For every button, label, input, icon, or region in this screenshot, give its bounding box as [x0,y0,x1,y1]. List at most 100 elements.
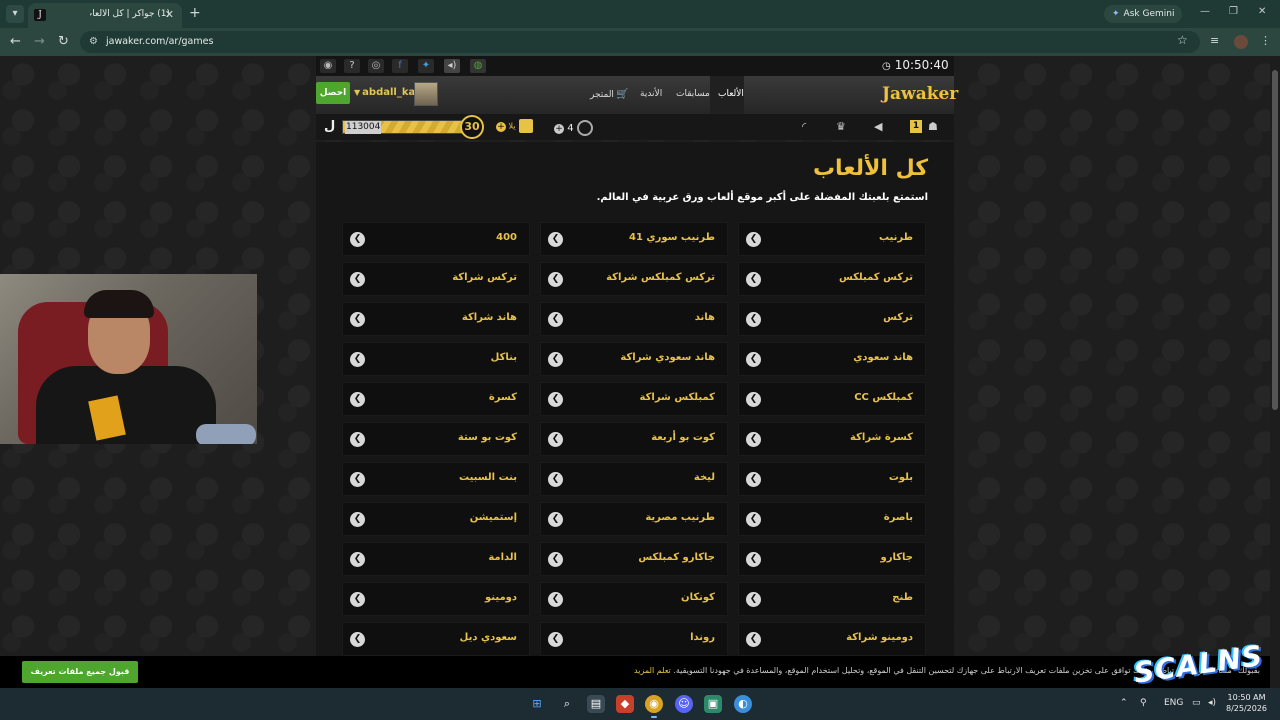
chevron-left-icon[interactable]: ❮ [746,352,761,367]
notification-badge[interactable]: 1 [910,120,922,133]
chevron-left-icon[interactable]: ❮ [548,632,563,647]
app-icon[interactable]: ▣ [704,695,722,713]
game-card[interactable]: تركس كمبلكس ❮ [738,262,926,296]
tab-search-icon[interactable]: ▾ [6,5,24,23]
chevron-left-icon[interactable]: ❮ [548,312,563,327]
twitter-icon[interactable]: ✦ [418,59,434,73]
location-icon[interactable]: ⚲ [1140,698,1147,708]
game-card[interactable]: هاند سعودي ❮ [738,342,926,376]
start-icon[interactable]: ⊞ [528,695,546,713]
messenger-icon[interactable]: ◐ [734,695,752,713]
megaphone-icon[interactable]: ◀ [874,120,882,133]
chevron-left-icon[interactable]: ❮ [746,312,761,327]
game-card[interactable]: هاند ❮ [540,302,728,336]
game-card[interactable]: كسرة ❮ [342,382,530,416]
game-card[interactable]: طنج ❮ [738,582,926,616]
reading-list-icon[interactable]: ≡ [1210,35,1222,47]
game-card[interactable]: كسرة شراكة ❮ [738,422,926,456]
instagram-icon[interactable]: ◎ [368,59,384,73]
search-icon[interactable]: ⌕ [558,695,576,713]
game-card[interactable]: جاكارو كمبلكس ❮ [540,542,728,576]
chevron-left-icon[interactable]: ❮ [350,232,365,247]
add-gems-icon[interactable]: + [554,124,564,134]
page-scrollbar[interactable] [1270,56,1280,688]
user-menu[interactable]: ▼ abdall_kal [354,87,419,98]
reload-icon[interactable]: ↻ [58,34,69,49]
chevron-left-icon[interactable]: ❮ [548,352,563,367]
forward-icon[interactable]: → [34,34,45,49]
jawaker-logo[interactable]: Jawaker [882,84,958,104]
game-card[interactable]: بنت السبيت ❮ [342,462,530,496]
volume-icon[interactable]: ◂) [1208,698,1216,708]
chevron-left-icon[interactable]: ❮ [746,272,761,287]
game-card[interactable]: دومينو ❮ [342,582,530,616]
chevron-left-icon[interactable]: ❮ [350,312,365,327]
game-card[interactable]: كوت بو أربعة ❮ [540,422,728,456]
chevron-left-icon[interactable]: ❮ [350,632,365,647]
game-card[interactable]: هاند سعودي شراكة ❮ [540,342,728,376]
help-icon[interactable]: ? [344,59,360,73]
game-card[interactable]: سعودي ديل ❮ [342,622,530,656]
chevron-left-icon[interactable]: ❮ [350,392,365,407]
chevron-left-icon[interactable]: ❮ [548,512,563,527]
taskbar-clock[interactable]: 10:50 AM 8/25/2026 [1226,692,1267,714]
chevron-left-icon[interactable]: ❮ [548,432,563,447]
chevron-left-icon[interactable]: ❮ [746,632,761,647]
chevron-left-icon[interactable]: ❮ [548,392,563,407]
window-close-icon[interactable]: ✕ [1258,6,1266,17]
browser-tab[interactable]: J (1) جواكر | كل الألعاب ✕ [28,3,182,28]
game-card[interactable]: إستميشن ❮ [342,502,530,536]
game-card[interactable]: طرنيب مصرية ❮ [540,502,728,536]
chevron-left-icon[interactable]: ❮ [350,592,365,607]
chevron-left-icon[interactable]: ❮ [548,552,563,567]
chevron-left-icon[interactable]: ❮ [746,392,761,407]
game-card[interactable]: الدامة ❮ [342,542,530,576]
chevron-left-icon[interactable]: ❮ [746,592,761,607]
star-icon[interactable]: ☆ [1177,33,1188,47]
back-icon[interactable]: ← [10,34,21,49]
gamepad-icon[interactable]: ◍ [470,59,486,73]
rss-icon[interactable]: ◜ [802,120,806,133]
chevron-left-icon[interactable]: ❮ [746,432,761,447]
chevron-left-icon[interactable]: ❮ [350,272,365,287]
game-card[interactable]: تركس ❮ [738,302,926,336]
profile-avatar[interactable] [1234,35,1248,49]
game-card[interactable]: كونكان ❮ [540,582,728,616]
game-card[interactable]: ليخة ❮ [540,462,728,496]
game-card[interactable]: كوت بو ستة ❮ [342,422,530,456]
nav-clubs[interactable]: الأندية [640,89,662,99]
avatar[interactable] [414,82,438,106]
sound-icon[interactable]: ◂) [444,59,460,73]
address-bar[interactable]: ⚙ jawaker.com/ar/games [80,31,1200,53]
game-card[interactable]: طرنيب سوري 41 ❮ [540,222,728,256]
chevron-left-icon[interactable]: ❮ [548,472,563,487]
game-card[interactable]: روندا ❮ [540,622,728,656]
chevron-left-icon[interactable]: ❮ [746,232,761,247]
network-icon[interactable]: ▭ [1192,698,1201,708]
add-coins-icon[interactable]: + [496,121,506,132]
chevron-left-icon[interactable]: ❮ [350,512,365,527]
chrome-icon[interactable]: ◉ [645,695,663,713]
tray-chevron-icon[interactable]: ⌃ [1120,698,1128,708]
coins-widget[interactable]: + يلا [496,119,533,133]
game-card[interactable]: بلوت ❮ [738,462,926,496]
chevron-left-icon[interactable]: ❮ [350,352,365,367]
game-card[interactable]: تركس شراكة ❮ [342,262,530,296]
gems-widget[interactable]: + 4 [554,120,593,136]
language-indicator[interactable]: ENG [1164,698,1183,708]
menu-icon[interactable]: ⋮ [1260,35,1272,47]
scrollbar-thumb[interactable] [1272,70,1278,410]
game-card[interactable]: جاكارو ❮ [738,542,926,576]
maximize-icon[interactable]: ❐ [1229,6,1238,17]
game-card[interactable]: 400 ❮ [342,222,530,256]
nav-games[interactable]: الألعاب [718,89,744,99]
chevron-left-icon[interactable]: ❮ [350,552,365,567]
friends-icon[interactable]: ☗ [928,120,938,133]
chevron-left-icon[interactable]: ❮ [548,592,563,607]
site-info-icon[interactable]: ⚙ [89,36,101,48]
game-card[interactable]: طرنيب ❮ [738,222,926,256]
game-card[interactable]: بناكل ❮ [342,342,530,376]
game-card[interactable]: كمبلكس CC ❮ [738,382,926,416]
file-explorer-icon[interactable]: ▤ [587,695,605,713]
minimize-icon[interactable]: — [1200,6,1210,17]
